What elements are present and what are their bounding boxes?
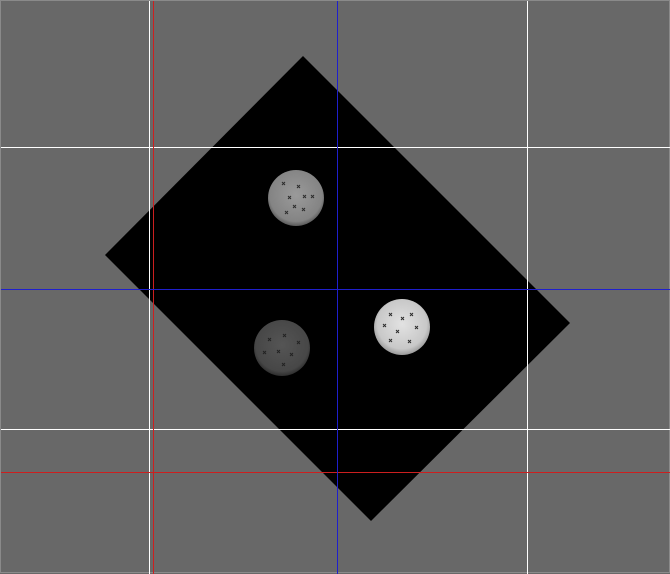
image-canvas[interactable] (1, 1, 670, 574)
image-viewer[interactable] (0, 0, 670, 574)
spot-top (268, 170, 324, 226)
spot-dim (254, 320, 310, 376)
spot-bright (374, 299, 430, 355)
